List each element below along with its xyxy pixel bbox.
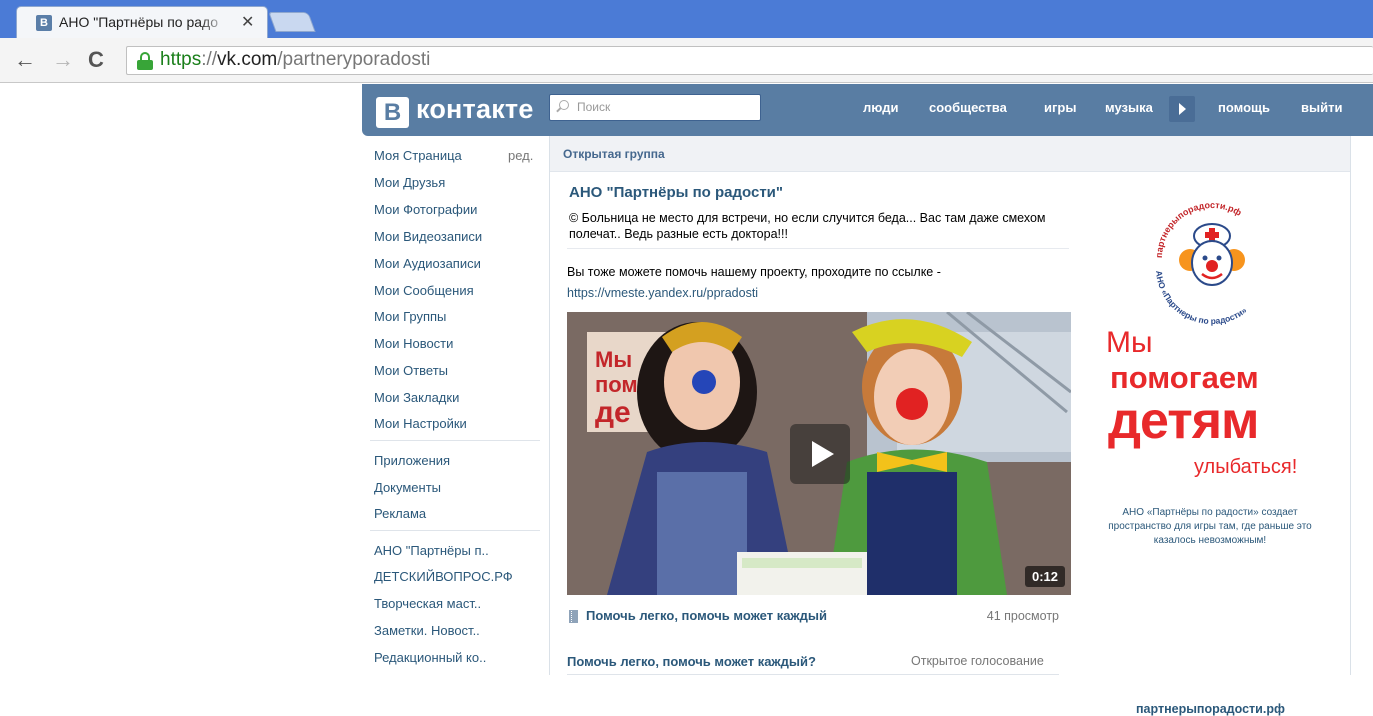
post-text: Вы тоже можете помочь нашему проекту, пр…	[567, 265, 941, 279]
address-bar[interactable]: https://vk.com/partneryporadosti	[126, 46, 1373, 75]
clown-logo-icon: партнерыпорадости.рф АНО «Партнеры по ра…	[1154, 200, 1249, 326]
divider	[567, 248, 1069, 249]
svg-text:Мы: Мы	[595, 347, 632, 372]
nav-games[interactable]: игры	[1044, 100, 1076, 115]
post-link[interactable]: https://vmeste.yandex.ru/ppradosti	[567, 286, 758, 300]
tab-title: АНО "Партнёры по радо	[59, 14, 229, 30]
nav-people[interactable]: люди	[863, 100, 898, 115]
play-arrow-icon[interactable]	[1169, 96, 1195, 122]
menu-my-friends[interactable]: Мои Друзья	[374, 175, 445, 190]
new-tab-button[interactable]	[268, 12, 316, 32]
video-duration: 0:12	[1025, 566, 1066, 587]
banner-site-link[interactable]: партнерыпорадости.рф	[1136, 702, 1285, 716]
nav-music[interactable]: музыка	[1105, 100, 1153, 115]
menu-group-link[interactable]: Заметки. Новост..	[374, 623, 480, 638]
group-name: АНО "Партнёры по радости"	[569, 184, 783, 201]
video-views: 41 просмотр	[986, 609, 1059, 623]
menu-documents[interactable]: Документы	[374, 480, 441, 495]
forward-arrow-icon[interactable]: →	[52, 47, 74, 73]
menu-my-answers[interactable]: Мои Ответы	[374, 363, 448, 378]
banner-line-3: детям	[1108, 392, 1260, 450]
reload-icon[interactable]: C	[88, 47, 104, 73]
video-title[interactable]: Помочь легко, помочь может каждый	[586, 608, 827, 623]
browser-tab-active[interactable]: В АНО "Партнёры по радо ✕	[16, 6, 268, 38]
nav-help[interactable]: помощь	[1218, 100, 1270, 115]
svg-text:де: де	[595, 396, 631, 429]
group-status: © Больница не место для встречи, но если…	[569, 211, 1046, 241]
banner-line-1: Мы	[1106, 326, 1153, 359]
menu-apps[interactable]: Приложения	[374, 453, 450, 468]
menu-group-link[interactable]: АНО "Партнёры п..	[374, 543, 489, 558]
menu-group-link[interactable]: ДЕТСКИЙВОПРОС.РФ	[374, 569, 513, 584]
menu-my-settings[interactable]: Мои Настройки	[374, 416, 467, 431]
search-input[interactable]: Поиск	[549, 94, 761, 121]
menu-group-link[interactable]: Редакционный ко..	[374, 650, 486, 665]
vk-logo-text: контакте	[416, 94, 534, 124]
menu-my-photos[interactable]: Мои Фотографии	[374, 202, 477, 217]
menu-group-link[interactable]: Творческая маст..	[374, 596, 481, 611]
vk-header: В контакте Поиск люди сообщества игры му…	[362, 84, 1373, 136]
close-tab-icon[interactable]: ✕	[241, 12, 254, 32]
menu-edit-link[interactable]: ред.	[508, 148, 533, 163]
group-content: Открытая группа АНО "Партнёры по радости…	[549, 136, 1351, 716]
search-placeholder: Поиск	[577, 100, 611, 114]
menu-my-audio[interactable]: Мои Аудиозаписи	[374, 256, 481, 271]
banner-line-4: улыбаться!	[1194, 456, 1298, 478]
vk-logo-icon: В	[376, 97, 409, 128]
browser-tab-strip: В АНО "Партнёры по радо ✕	[0, 0, 1373, 38]
nav-logout[interactable]: выйти	[1301, 100, 1342, 115]
menu-my-page[interactable]: Моя Страница	[374, 148, 462, 163]
menu-my-groups[interactable]: Мои Группы	[374, 309, 446, 324]
url-text[interactable]: https://vk.com/partneryporadosti	[160, 49, 430, 71]
svg-text:пом: пом	[595, 372, 638, 397]
menu-divider	[370, 530, 540, 531]
film-icon	[569, 610, 578, 623]
lock-icon	[137, 52, 153, 70]
group-type-label: Открытая группа	[563, 147, 665, 161]
menu-divider	[370, 440, 540, 441]
play-button[interactable]	[790, 424, 850, 484]
nav-communities[interactable]: сообщества	[929, 100, 1007, 115]
back-arrow-icon[interactable]: ←	[14, 47, 36, 73]
search-icon	[559, 100, 569, 110]
menu-ads[interactable]: Реклама	[374, 506, 426, 521]
group-type-bar: Открытая группа	[550, 136, 1350, 172]
video-title-row: Помочь легко, помочь может каждый 41 про…	[567, 608, 1069, 628]
video-player[interactable]: Мы пом де 0:12	[567, 312, 1071, 595]
menu-my-messages[interactable]: Мои Сообщения	[374, 283, 474, 298]
vk-favicon-icon: В	[36, 15, 52, 31]
menu-my-videos[interactable]: Мои Видеозаписи	[374, 229, 482, 244]
menu-my-bookmarks[interactable]: Мои Закладки	[374, 390, 459, 405]
poll-type: Открытое голосование	[911, 654, 1044, 668]
poll-question[interactable]: Помочь легко, помочь может каждый?	[567, 654, 816, 669]
banner-description: АНО «Партнёры по радости» создает простр…	[1108, 507, 1312, 546]
browser-toolbar: ← → C https://vk.com/partneryporadosti	[0, 38, 1373, 83]
menu-my-news[interactable]: Мои Новости	[374, 336, 453, 351]
